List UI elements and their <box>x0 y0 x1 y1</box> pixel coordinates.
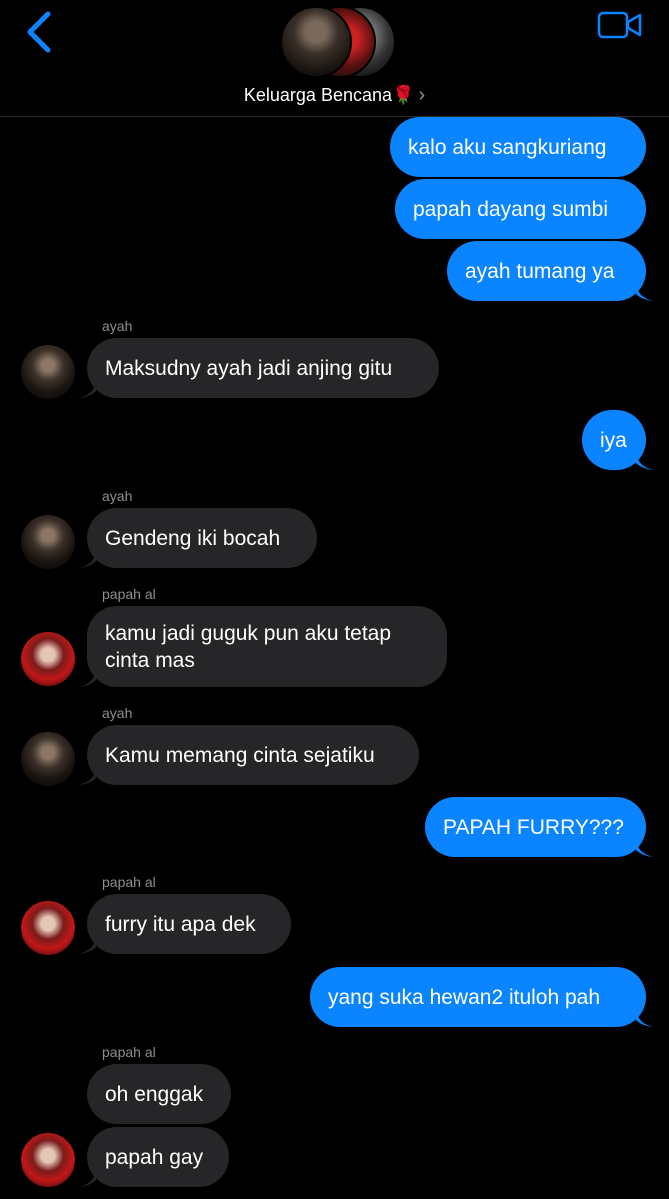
sender-name: ayah <box>102 318 133 334</box>
message-text: ayah tumang ya <box>465 259 615 283</box>
sender-name: papah al <box>102 1044 156 1060</box>
sender-name: papah al <box>102 586 156 602</box>
avatar-ayah[interactable] <box>21 345 75 399</box>
bubble-tail-icon <box>636 284 654 301</box>
avatar-papah-al[interactable] <box>21 632 75 686</box>
sender-name: ayah <box>102 705 133 721</box>
outgoing-message[interactable]: yang suka hewan2 ituloh pah <box>310 967 646 1027</box>
sender-name: ayah <box>102 488 133 504</box>
bubble-tail-icon <box>78 670 96 687</box>
incoming-message[interactable]: oh enggak <box>87 1064 231 1124</box>
message-text: iya <box>600 428 627 452</box>
message-text: Gendeng iki bocah <box>105 526 281 550</box>
bubble-tail-icon <box>78 551 96 568</box>
bubble-tail-icon <box>78 381 96 398</box>
video-camera-icon[interactable] <box>597 10 643 40</box>
message-text: Maksudny ayah jadi anjing gitu <box>105 356 393 380</box>
avatar-papah-al[interactable] <box>21 1133 75 1187</box>
bubble-tail-icon <box>636 1010 654 1027</box>
bubble-tail-icon <box>78 768 96 785</box>
outgoing-message[interactable]: PAPAH FURRY??? <box>425 797 646 857</box>
message-text: furry itu apa dek <box>105 912 256 936</box>
group-name: Keluarga Bencana <box>243 85 393 105</box>
incoming-message[interactable]: papah gay <box>87 1127 229 1187</box>
message-text: oh enggak <box>105 1082 204 1106</box>
back-chevron-icon[interactable] <box>22 10 58 54</box>
message-text: papah dayang sumbi <box>413 197 608 221</box>
bubble-tail-icon <box>636 453 654 470</box>
chevron-right-icon: › <box>418 84 426 106</box>
incoming-message[interactable]: furry itu apa dek <box>87 894 291 954</box>
message-text: Kamu memang cinta sejatiku <box>105 743 375 767</box>
rose-emoji: 🌹 <box>392 85 415 105</box>
sender-name: papah al <box>102 874 156 890</box>
conversation-header: Keluarga Bencana🌹 › <box>0 0 669 117</box>
message-text: papah gay <box>105 1145 204 1169</box>
message-text: kamu jadi guguk pun aku tetap cinta mas <box>105 621 392 672</box>
avatar-papah-al[interactable] <box>21 901 75 955</box>
incoming-message[interactable]: Maksudny ayah jadi anjing gitu <box>87 338 439 398</box>
avatar-ayah[interactable] <box>21 515 75 569</box>
bubble-tail-icon <box>78 1170 96 1187</box>
incoming-message[interactable]: kamu jadi guguk pun aku tetap cinta mas <box>87 606 447 687</box>
incoming-message[interactable]: Gendeng iki bocah <box>87 508 317 568</box>
message-text: PAPAH FURRY??? <box>443 815 624 839</box>
incoming-message[interactable]: Kamu memang cinta sejatiku <box>87 725 419 785</box>
group-title[interactable]: Keluarga Bencana🌹 › <box>0 84 669 107</box>
group-avatar <box>280 6 352 78</box>
outgoing-message[interactable]: kalo aku sangkuriang <box>390 117 646 177</box>
outgoing-message[interactable]: ayah tumang ya <box>447 241 646 301</box>
message-text: kalo aku sangkuriang <box>408 135 607 159</box>
avatar-ayah[interactable] <box>21 732 75 786</box>
bubble-tail-icon <box>78 937 96 954</box>
outgoing-message[interactable]: papah dayang sumbi <box>395 179 646 239</box>
group-avatar-stack[interactable] <box>280 6 396 78</box>
message-text: yang suka hewan2 ituloh pah <box>328 985 601 1009</box>
bubble-tail-icon <box>636 840 654 857</box>
